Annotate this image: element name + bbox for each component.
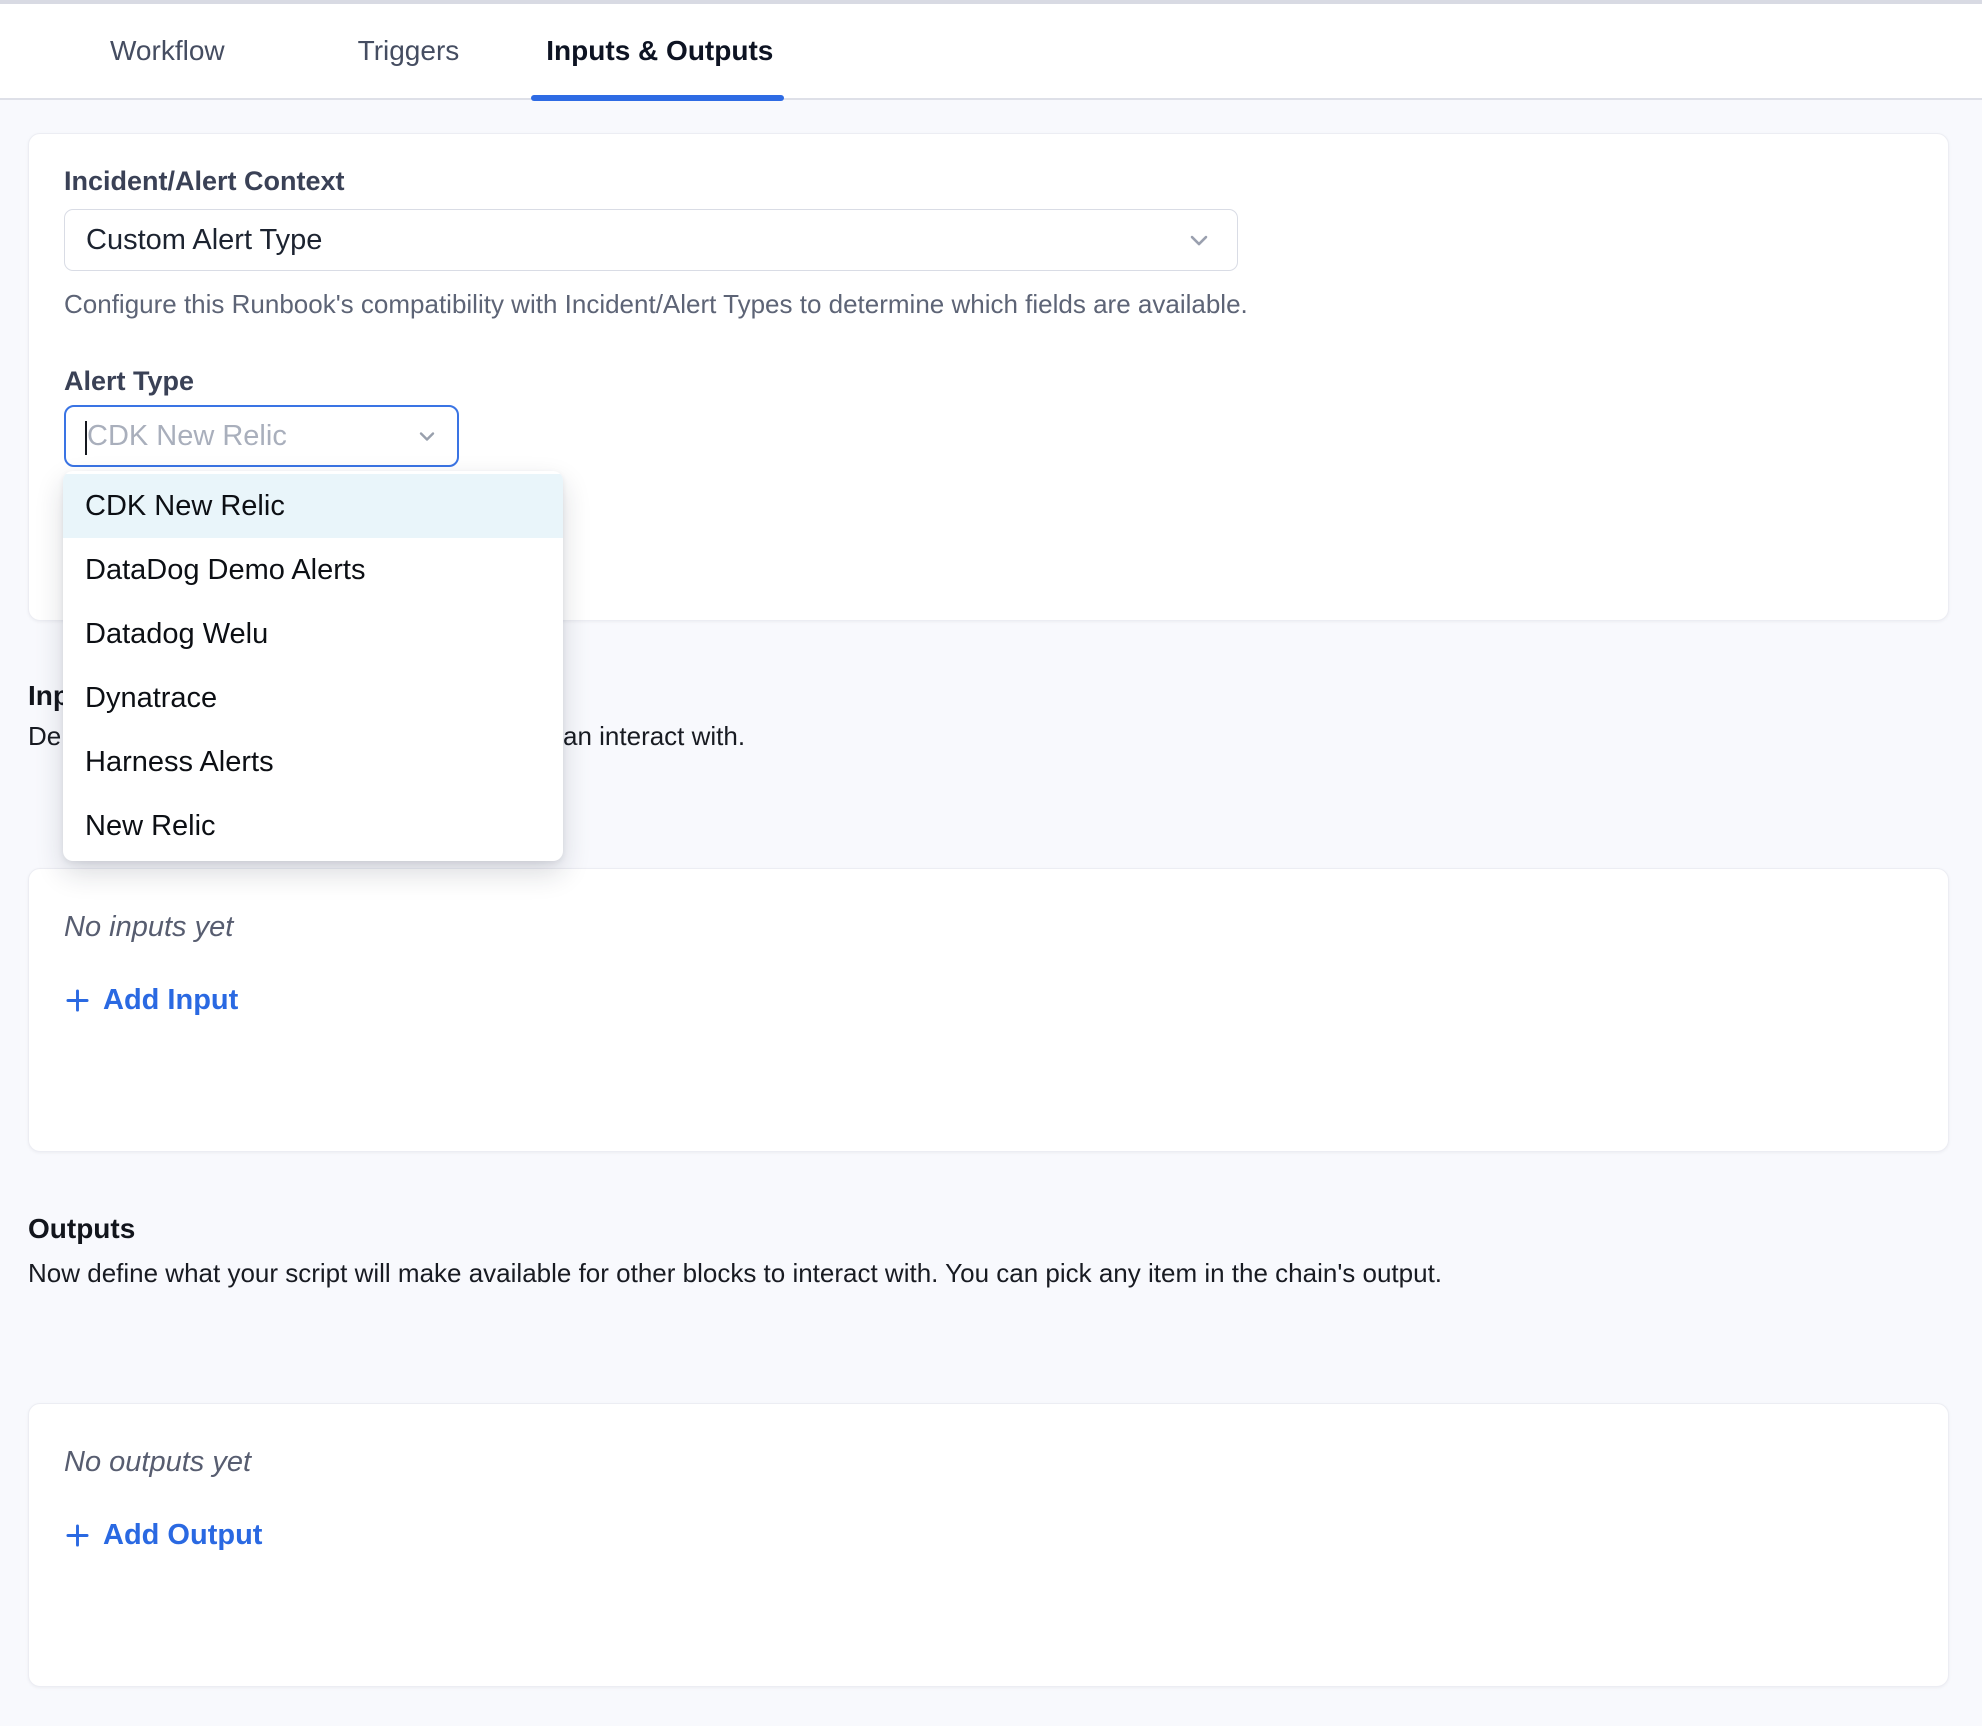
add-input-label: Add Input	[103, 982, 238, 1018]
plus-icon	[64, 1522, 91, 1549]
tab-workflow[interactable]: Workflow	[110, 3, 225, 99]
outputs-section-heading: Outputs	[28, 1212, 1954, 1246]
incident-context-select-value: Custom Alert Type	[86, 224, 1185, 257]
tab-inputs-outputs-label: Inputs & Outputs	[546, 35, 773, 67]
outputs-card: No outputs yet Add Output	[28, 1403, 1949, 1687]
inputs-description-fragment-start: De	[28, 721, 61, 751]
add-output-label: Add Output	[103, 1517, 262, 1553]
chevron-down-icon	[1185, 226, 1213, 254]
main-content: Incident/Alert Context Custom Alert Type…	[0, 133, 1982, 1687]
inputs-card: No inputs yet Add Input	[28, 868, 1949, 1152]
plus-icon	[64, 987, 91, 1014]
outputs-empty-state: No outputs yet	[64, 1444, 1913, 1480]
tab-bar: Workflow Triggers Inputs & Outputs	[0, 4, 1982, 100]
dropdown-option-dynatrace[interactable]: Dynatrace	[63, 666, 563, 730]
inputs-empty-state: No inputs yet	[64, 909, 1913, 945]
alert-type-placeholder: CDK New Relic	[87, 420, 415, 453]
tab-inputs-outputs[interactable]: Inputs & Outputs	[546, 3, 773, 99]
text-cursor	[85, 421, 87, 455]
add-output-button[interactable]: Add Output	[64, 1517, 262, 1553]
add-input-button[interactable]: Add Input	[64, 982, 238, 1018]
dropdown-option-cdk-new-relic[interactable]: CDK New Relic	[63, 474, 563, 538]
alert-type-label: Alert Type	[64, 364, 1913, 398]
incident-context-help-text: Configure this Runbook's compatibility w…	[64, 288, 1913, 320]
incident-alert-context-label: Incident/Alert Context	[64, 164, 1913, 198]
incident-context-select[interactable]: Custom Alert Type	[64, 209, 1238, 271]
dropdown-option-datadog-demo-alerts[interactable]: DataDog Demo Alerts	[63, 538, 563, 602]
chevron-down-icon	[415, 424, 439, 448]
alert-type-dropdown-menu: CDK New Relic DataDog Demo Alerts Datado…	[63, 471, 563, 861]
dropdown-option-new-relic[interactable]: New Relic	[63, 794, 563, 858]
tab-triggers[interactable]: Triggers	[358, 3, 460, 99]
dropdown-option-harness-alerts[interactable]: Harness Alerts	[63, 730, 563, 794]
alert-type-combobox[interactable]: CDK New Relic	[64, 405, 459, 467]
active-tab-indicator	[531, 95, 784, 101]
tab-workflow-label: Workflow	[110, 35, 225, 67]
dropdown-option-datadog-welu[interactable]: Datadog Welu	[63, 602, 563, 666]
inputs-description-fragment-end: an interact with.	[563, 719, 745, 753]
outputs-section-description: Now define what your script will make av…	[28, 1256, 1954, 1290]
tab-triggers-label: Triggers	[358, 35, 460, 67]
